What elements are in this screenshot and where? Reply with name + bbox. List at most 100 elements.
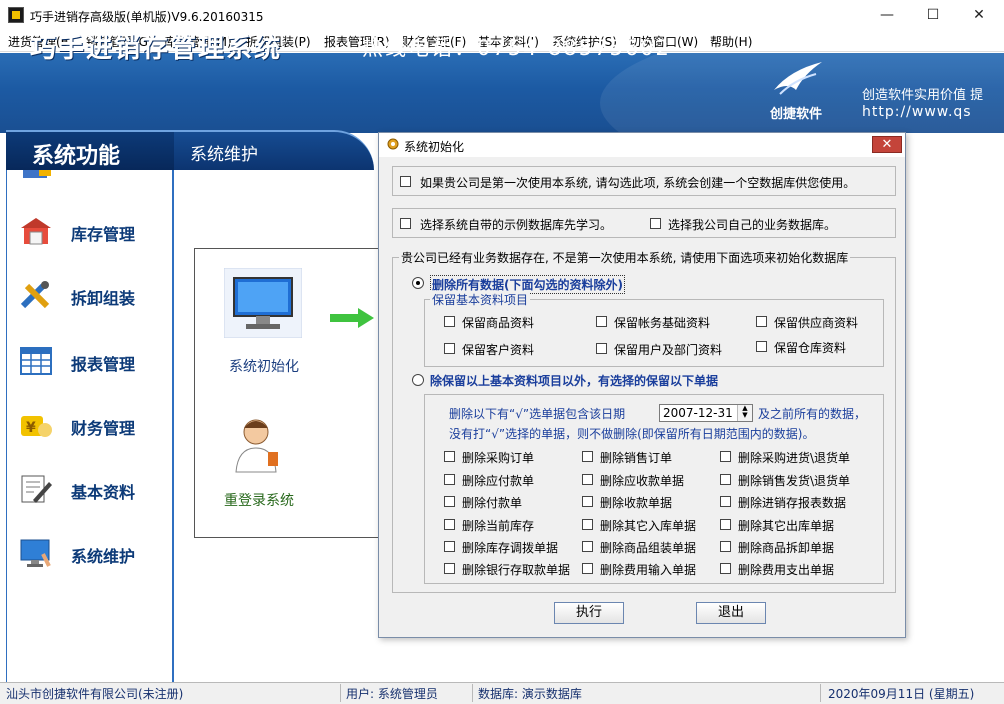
status-separator <box>340 684 341 702</box>
delete-option-checkbox[interactable] <box>582 496 593 507</box>
delete-option-checkbox[interactable] <box>582 451 593 462</box>
company-logo-icon <box>774 62 822 95</box>
delete-option-checkbox[interactable] <box>720 451 731 462</box>
keep-selected-label[interactable]: 除保留以上基本资料项目以外，有选择的保留以下单据 <box>430 372 718 389</box>
sidebar-item-basic-data[interactable]: 基本资料 <box>19 470 169 510</box>
sidebar-item-label: 报表管理 <box>71 355 136 374</box>
delete-option-checkbox[interactable] <box>582 563 593 574</box>
delete-all-radio[interactable] <box>412 277 424 289</box>
warehouse-icon <box>21 218 51 245</box>
keep-warehouses-label[interactable]: 保留仓库资料 <box>774 339 846 356</box>
execute-button[interactable]: 执行 <box>554 602 624 624</box>
sidebar-item-label: 系统维护 <box>71 547 136 566</box>
svg-text:¥: ¥ <box>26 420 36 436</box>
tools-icon <box>20 281 50 309</box>
dialog-close-button[interactable]: ✕ <box>872 136 902 153</box>
keep-suppliers-label[interactable]: 保留供应商资料 <box>774 314 858 331</box>
delete-option-checkbox[interactable] <box>444 563 455 574</box>
sidebar-item-label: 基本资料 <box>71 483 136 502</box>
sample-db-checkbox[interactable] <box>400 218 411 229</box>
sidebar-item-maintenance[interactable]: 系统维护 <box>19 534 169 574</box>
system-init-icon[interactable] <box>224 268 302 338</box>
own-db-label[interactable]: 选择我公司自己的业务数据库。 <box>668 216 836 233</box>
delete-option-checkbox[interactable] <box>444 496 455 507</box>
nav-section-label: 系统功能 <box>32 144 121 169</box>
money-icon: ¥ <box>21 416 52 437</box>
keep-users-checkbox[interactable] <box>596 343 607 354</box>
sidebar: 库存管理 拆卸组装 报表管理 ¥ 财务管理 基本资料 系统维护 <box>6 170 174 682</box>
first-use-label[interactable]: 如果贵公司是第一次使用本系统, 请勾选此项, 系统会创建一个空数据库供您使用。 <box>420 174 855 191</box>
relogin-label[interactable]: 重登录系统 <box>224 490 294 510</box>
date-spinner-icon[interactable]: ▲ ▼ <box>737 405 752 421</box>
first-use-checkbox[interactable] <box>400 176 411 187</box>
delete-option-label[interactable]: 删除库存调拨单据 <box>462 539 558 556</box>
delete-option-label[interactable]: 删除采购订单 <box>462 449 534 466</box>
keep-warehouses-checkbox[interactable] <box>756 341 767 352</box>
delete-option-label[interactable]: 删除其它出库单据 <box>738 517 834 534</box>
keep-customers-checkbox[interactable] <box>444 343 455 354</box>
delete-option-checkbox[interactable] <box>444 541 455 552</box>
sidebar-item-label: 拆卸组装 <box>71 289 136 308</box>
delete-option-checkbox[interactable] <box>444 519 455 530</box>
delete-option-label[interactable]: 删除收款单据 <box>600 494 672 511</box>
sidebar-item-partial[interactable] <box>19 170 169 186</box>
maximize-button[interactable]: ☐ <box>910 0 956 30</box>
keep-accounts-label[interactable]: 保留帐务基础资料 <box>614 314 710 331</box>
banner-slogan: 创造软件实用价值 提 <box>862 88 984 103</box>
delete-option-label[interactable]: 删除商品拆卸单据 <box>738 539 834 556</box>
banner-phone: 热线电话：0754-88575602 <box>362 36 671 60</box>
delete-option-label[interactable]: 删除费用支出单据 <box>738 561 834 578</box>
monitor-icon <box>20 539 51 567</box>
status-separator <box>820 684 821 702</box>
delete-date-note: 删除以下有“√”选单据包含该日期 <box>449 407 626 421</box>
relogin-icon[interactable] <box>232 414 286 474</box>
delete-option-label[interactable]: 删除应收款单据 <box>600 472 684 489</box>
sidebar-item-assembly[interactable]: 拆卸组装 <box>19 276 169 316</box>
delete-option-checkbox[interactable] <box>720 541 731 552</box>
delete-option-label[interactable]: 删除应付款单 <box>462 472 534 489</box>
sample-db-label[interactable]: 选择系统自带的示例数据库先学习。 <box>420 216 612 233</box>
keep-suppliers-checkbox[interactable] <box>756 316 767 327</box>
delete-option-label[interactable]: 删除采购进货\退货单 <box>738 449 850 466</box>
keep-goods-label[interactable]: 保留商品资料 <box>462 314 534 331</box>
delete-option-checkbox[interactable] <box>582 474 593 485</box>
keep-accounts-checkbox[interactable] <box>596 316 607 327</box>
banner-title: 巧手进销存管理系统 <box>30 34 283 64</box>
minimize-button[interactable]: — <box>864 0 910 30</box>
window-title: 巧手进销存高级版(单机版)V9.6.20160315 <box>30 10 264 24</box>
exit-button[interactable]: 退出 <box>696 602 766 624</box>
close-button[interactable]: ✕ <box>956 0 1002 30</box>
delete-option-checkbox[interactable] <box>720 563 731 574</box>
keep-selected-radio[interactable] <box>412 374 424 386</box>
sidebar-item-reports[interactable]: 报表管理 <box>19 342 169 382</box>
delete-rule-note: 没有打“√”选择的单据，则不做删除(即保留所有日期范围内的数据)。 <box>449 427 815 441</box>
keep-goods-checkbox[interactable] <box>444 316 455 327</box>
keep-customers-label[interactable]: 保留客户资料 <box>462 341 534 358</box>
delete-option-label[interactable]: 删除付款单 <box>462 494 522 511</box>
delete-date-note-tail: 及之前所有的数据， <box>758 407 867 421</box>
own-db-checkbox[interactable] <box>650 218 661 229</box>
delete-option-label[interactable]: 删除销售订单 <box>600 449 672 466</box>
delete-option-checkbox[interactable] <box>720 519 731 530</box>
delete-option-label[interactable]: 删除当前库存 <box>462 517 534 534</box>
delete-option-label[interactable]: 删除费用输入单据 <box>600 561 696 578</box>
delete-option-checkbox[interactable] <box>444 451 455 462</box>
delete-option-label[interactable]: 删除销售发货\退货单 <box>738 472 850 489</box>
sidebar-item-inventory[interactable]: 库存管理 <box>19 212 169 252</box>
delete-option-checkbox[interactable] <box>720 474 731 485</box>
delete-option-checkbox[interactable] <box>582 519 593 530</box>
keep-users-label[interactable]: 保留用户及部门资料 <box>614 341 722 358</box>
delete-option-checkbox[interactable] <box>582 541 593 552</box>
dialog-title: 系统初始化 <box>404 140 465 154</box>
sidebar-item-finance[interactable]: ¥ 财务管理 <box>19 406 169 446</box>
delete-option-label[interactable]: 删除银行存取款单据 <box>462 561 570 578</box>
menu-help[interactable]: 帮助(H) <box>710 33 752 50</box>
system-init-label[interactable]: 系统初始化 <box>229 356 299 376</box>
delete-option-checkbox[interactable] <box>720 496 731 507</box>
folder-icon <box>23 170 51 178</box>
delete-option-checkbox[interactable] <box>444 474 455 485</box>
existing-data-group-title: 贵公司已经有业务数据存在, 不是第一次使用本系统, 请使用下面选项来初始化数据库 <box>399 249 851 266</box>
delete-option-label[interactable]: 删除进销存报表数据 <box>738 494 846 511</box>
delete-option-label[interactable]: 删除商品组装单据 <box>600 539 696 556</box>
delete-option-label[interactable]: 删除其它入库单据 <box>600 517 696 534</box>
